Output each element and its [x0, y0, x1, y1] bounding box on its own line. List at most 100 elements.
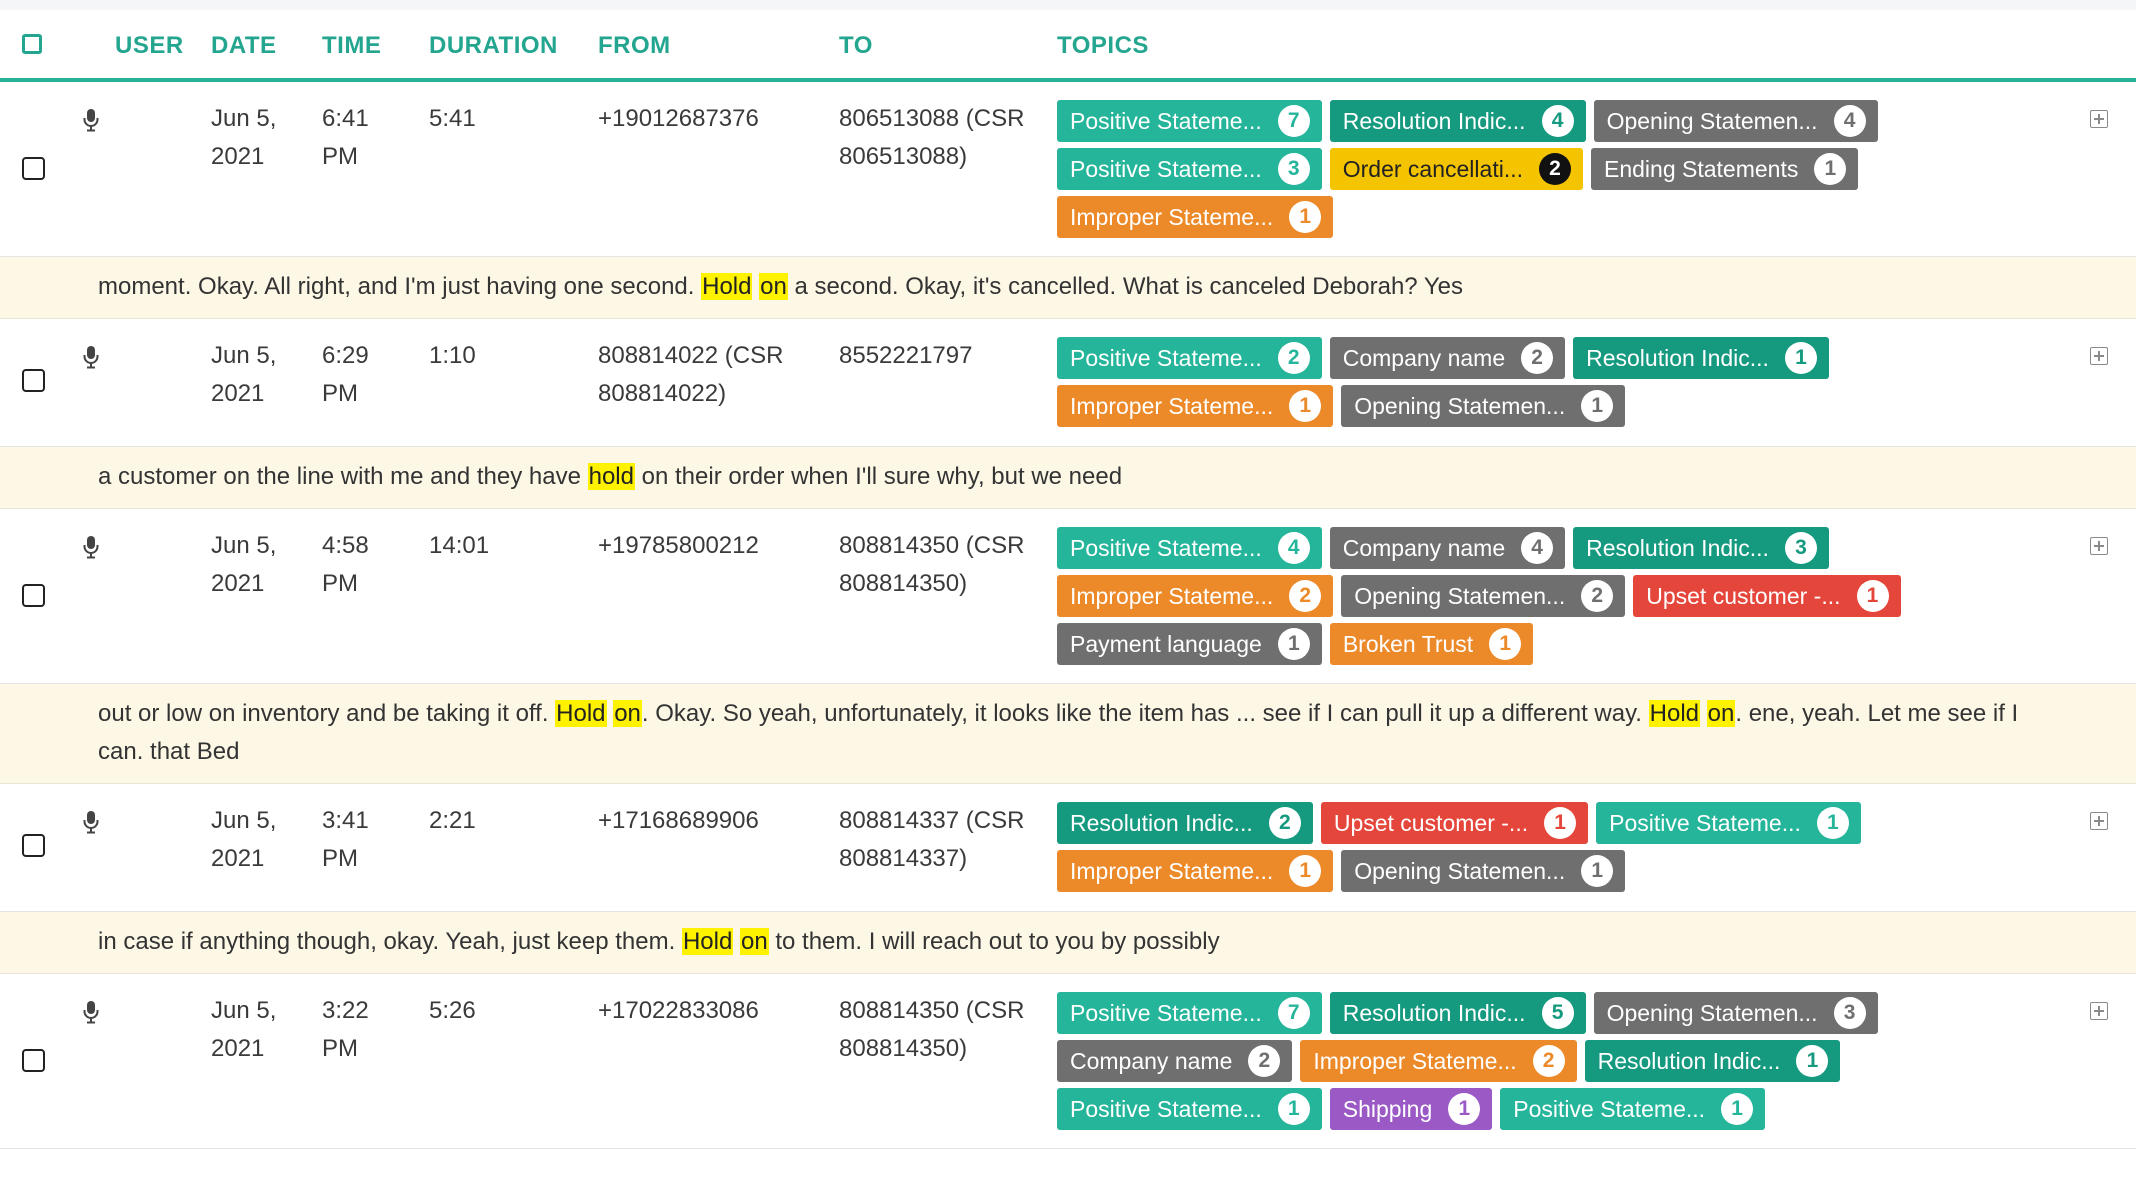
topic-label: Upset customer -... — [1333, 809, 1529, 836]
topic-tag[interactable]: Positive Stateme... 4 — [1057, 527, 1322, 569]
microphone-icon[interactable] — [82, 345, 100, 369]
row-checkbox[interactable] — [22, 1049, 45, 1072]
topic-tag[interactable]: Resolution Indic... 2 — [1057, 802, 1313, 844]
topic-count-badge: 2 — [1539, 153, 1571, 185]
topic-count-badge: 7 — [1277, 997, 1310, 1029]
topic-tag[interactable]: Opening Statemen... 3 — [1593, 992, 1878, 1034]
topic-label: Improper Stateme... — [1070, 203, 1274, 230]
topic-tag[interactable]: Resolution Indic... 4 — [1329, 100, 1586, 142]
duration-cell: 2:21 — [429, 807, 476, 834]
topic-tag[interactable]: Improper Stateme... 2 — [1300, 1040, 1577, 1082]
table-row[interactable]: Jun 5, 2021 6:29 PM 1:10 808814022 (CSR 808814… — [0, 319, 2136, 447]
date-cell: Jun 5, 2021 — [211, 342, 277, 407]
topic-tag[interactable]: Positive Stateme... 7 — [1057, 992, 1322, 1034]
from-cell: +17168689906 — [598, 807, 759, 834]
topic-tag[interactable]: Upset customer -... 1 — [1320, 802, 1589, 844]
topic-label: Company name — [1342, 344, 1506, 371]
topic-tag[interactable]: Resolution Indic... 5 — [1329, 992, 1586, 1034]
topic-tag[interactable]: Improper Stateme... 1 — [1057, 385, 1334, 427]
snippet-text: to them. I will reach out to you by poss… — [768, 928, 1220, 955]
topic-tag[interactable]: Opening Statemen... 1 — [1341, 385, 1626, 427]
topic-tag[interactable]: Opening Statemen... 4 — [1593, 100, 1878, 142]
table-row[interactable]: Jun 5, 2021 3:22 PM 5:26 +17022833086 80881435… — [0, 974, 2136, 1149]
topic-count-badge: 2 — [1532, 1045, 1565, 1077]
topic-tag[interactable]: Resolution Indic... 3 — [1573, 527, 1829, 569]
topic-tag[interactable]: Positive Stateme... 2 — [1057, 337, 1322, 379]
topic-tag[interactable]: Opening Statemen... 1 — [1341, 850, 1626, 892]
microphone-icon[interactable] — [82, 535, 100, 559]
topic-count-badge: 1 — [1289, 855, 1322, 887]
topic-tag[interactable]: Upset customer -... 1 — [1633, 575, 1901, 617]
topic-tag[interactable]: Improper Stateme... 1 — [1057, 850, 1334, 892]
topic-count-badge: 1 — [1289, 390, 1322, 422]
microphone-icon[interactable] — [82, 108, 100, 132]
topic-tag[interactable]: Improper Stateme... 2 — [1057, 575, 1334, 617]
topic-label: Payment language — [1070, 630, 1262, 657]
topic-tag[interactable]: Broken Trust 1 — [1329, 623, 1534, 665]
expand-row-icon[interactable] — [2090, 347, 2108, 365]
snippet-text — [733, 928, 740, 955]
topic-label: Positive Stateme... — [1070, 534, 1262, 561]
microphone-icon[interactable] — [82, 810, 100, 834]
snippet-text: moment. Okay. All right, and I'm just ha… — [98, 273, 702, 300]
column-header-date[interactable]: DATE — [211, 32, 277, 60]
from-cell: +19785800212 — [598, 532, 759, 559]
row-checkbox[interactable] — [22, 157, 45, 180]
topic-count-badge: 1 — [1796, 1045, 1829, 1077]
row-checkbox[interactable] — [22, 834, 45, 857]
topic-tag[interactable]: Resolution Indic... 1 — [1584, 1040, 1841, 1082]
topic-count-badge: 2 — [1248, 1045, 1281, 1077]
column-header-from[interactable]: FROM — [598, 32, 671, 60]
top-strip — [0, 0, 2136, 10]
table-row[interactable]: Jun 5, 2021 3:41 PM 2:21 +17168689906 80881433… — [0, 784, 2136, 912]
table-row[interactable]: Jun 5, 2021 4:58 PM 14:01 +19785800212 8088143… — [0, 509, 2136, 684]
topic-tag[interactable]: Payment language 1 — [1057, 623, 1322, 665]
topic-label: Positive Stateme... — [1070, 344, 1262, 371]
topic-label: Resolution Indic... — [1342, 107, 1526, 134]
topic-count-badge: 1 — [1856, 580, 1889, 612]
topic-label: Resolution Indic... — [1597, 1047, 1781, 1074]
topic-label: Resolution Indic... — [1070, 809, 1253, 836]
column-header-user[interactable]: USER — [115, 32, 184, 60]
topic-tag[interactable]: Positive Stateme... 1 — [1057, 1088, 1322, 1130]
topics-cell: Positive Stateme... 7 Resolution Indic... 5… — [1057, 992, 2057, 1130]
time-cell: 6:29 PM — [322, 342, 369, 407]
row-checkbox[interactable] — [22, 369, 45, 392]
topic-count-badge: 1 — [1814, 153, 1847, 185]
topic-tag[interactable]: Positive Stateme... 7 — [1057, 100, 1322, 142]
column-header-time[interactable]: TIME — [322, 32, 381, 60]
topic-tag[interactable]: Company name 4 — [1329, 527, 1566, 569]
keyword-highlight: Hold — [1648, 700, 1700, 727]
row-checkbox[interactable] — [22, 584, 45, 607]
table-row[interactable]: Jun 5, 2021 6:41 PM 5:41 +19012687376 80651308… — [0, 82, 2136, 257]
topic-tag[interactable]: Resolution Indic... 1 — [1573, 337, 1829, 379]
topic-tag[interactable]: Order cancellati... 2 — [1329, 148, 1583, 190]
select-all-checkbox[interactable] — [22, 34, 42, 54]
keyword-highlight: Hold — [701, 273, 753, 300]
topic-tag[interactable]: Ending Statements 1 — [1591, 148, 1859, 190]
topic-tag[interactable]: Improper Stateme... 1 — [1057, 196, 1334, 238]
expand-row-icon[interactable] — [2090, 1002, 2108, 1020]
topic-tag[interactable]: Company name 2 — [1329, 337, 1566, 379]
date-cell: Jun 5, 2021 — [211, 105, 277, 170]
topic-count-badge: 3 — [1277, 153, 1310, 185]
column-header-duration[interactable]: DURATION — [429, 32, 558, 60]
expand-row-icon[interactable] — [2090, 110, 2108, 128]
topic-count-badge: 4 — [1833, 105, 1866, 137]
topic-tag[interactable]: Company name 2 — [1057, 1040, 1293, 1082]
topic-tag[interactable]: Positive Stateme... 1 — [1596, 802, 1861, 844]
topic-count-badge: 1 — [1277, 628, 1310, 660]
column-header-topics[interactable]: TOPICS — [1057, 32, 1149, 60]
keyword-highlight: Hold — [681, 928, 734, 955]
expand-row-icon[interactable] — [2090, 812, 2108, 830]
column-header-to[interactable]: TO — [839, 32, 873, 60]
to-cell: 8552221797 — [839, 342, 973, 369]
topic-count-badge: 7 — [1277, 105, 1310, 137]
expand-row-icon[interactable] — [2090, 537, 2108, 555]
topic-tag[interactable]: Positive Stateme... 3 — [1057, 148, 1322, 190]
microphone-icon[interactable] — [82, 1000, 100, 1024]
date-cell: Jun 5, 2021 — [211, 997, 277, 1062]
topic-tag[interactable]: Positive Stateme... 1 — [1500, 1088, 1766, 1130]
topic-tag[interactable]: Opening Statemen... 2 — [1341, 575, 1626, 617]
topic-tag[interactable]: Shipping 1 — [1329, 1088, 1493, 1130]
